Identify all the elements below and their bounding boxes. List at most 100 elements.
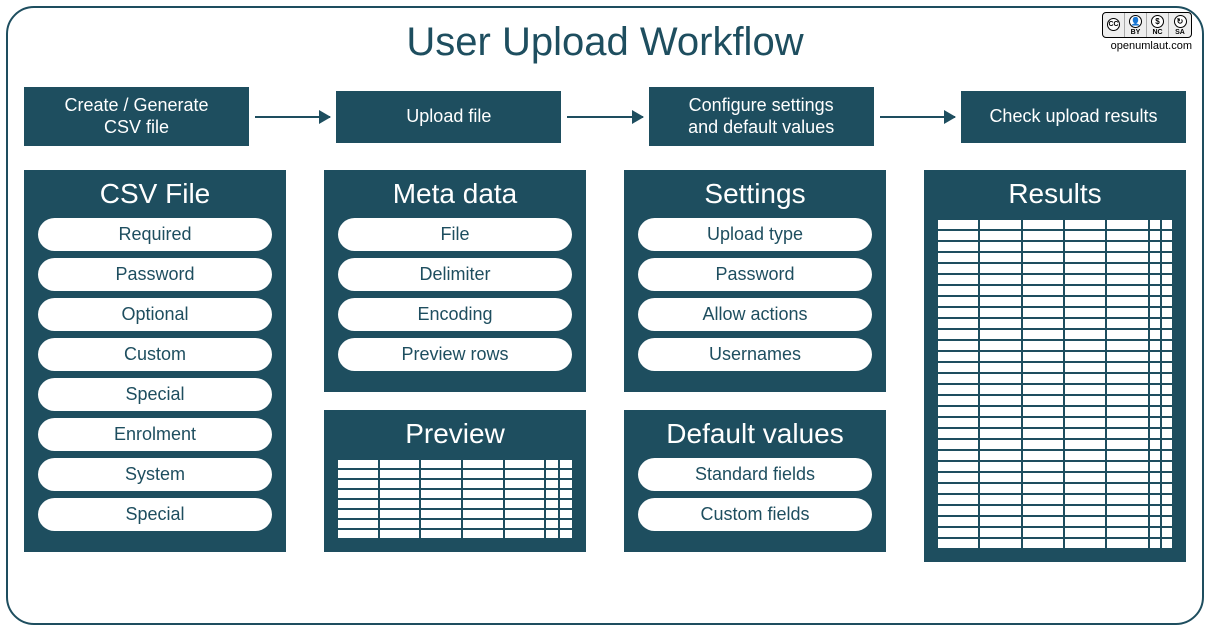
panel-title: Results [938, 178, 1172, 210]
grid-cell [1023, 231, 1063, 240]
grid-cell [463, 510, 503, 518]
grid-cell [938, 231, 978, 240]
grid-cell [1023, 440, 1063, 449]
grid-cell [1023, 429, 1063, 438]
grid-cell [1150, 220, 1160, 229]
grid-cell [338, 490, 378, 498]
step-3: Configure settingsand default values [649, 87, 874, 146]
grid-cell [1065, 451, 1105, 460]
grid-cell [938, 440, 978, 449]
column: Meta dataFileDelimiterEncodingPreview ro… [324, 170, 586, 562]
grid-cell [1162, 286, 1172, 295]
grid-cell [380, 530, 420, 538]
grid-cell [1150, 286, 1160, 295]
pill-item: Special [38, 498, 272, 531]
grid-cell [1023, 264, 1063, 273]
grid-cell [938, 418, 978, 427]
pill-item: Delimiter [338, 258, 572, 291]
pill-item: Encoding [338, 298, 572, 331]
grid-cell [1065, 506, 1105, 515]
panel-title: Settings [638, 178, 872, 210]
grid-cell [1023, 374, 1063, 383]
grid-cell [1107, 264, 1147, 273]
grid-cell [1150, 462, 1160, 471]
grid-cell [1162, 528, 1172, 537]
grid-cell [1023, 319, 1063, 328]
grid-cell [1107, 319, 1147, 328]
grid-cell [463, 460, 503, 468]
grid-cell [560, 500, 572, 508]
grid-cell [1023, 484, 1063, 493]
grid-cell [1107, 385, 1147, 394]
grid-cell [1107, 418, 1147, 427]
grid-cell [546, 500, 558, 508]
grid-cell [1107, 517, 1147, 526]
grid-cell [938, 286, 978, 295]
grid-cell [980, 517, 1020, 526]
grid-cell [546, 520, 558, 528]
nc-icon: $NC [1147, 13, 1169, 37]
grid-cell [1065, 330, 1105, 339]
grid-cell [338, 530, 378, 538]
step-1: Create / GenerateCSV file [24, 87, 249, 146]
grid-cell [980, 418, 1020, 427]
diagram-frame: CC 👤BY $NC ↻SA openumlaut.com User Uploa… [0, 0, 1210, 631]
grid-cell [1065, 253, 1105, 262]
grid-cell [546, 480, 558, 488]
grid-cell [1107, 462, 1147, 471]
grid-cell [1107, 330, 1147, 339]
grid-cell [505, 530, 545, 538]
grid-cell [1065, 286, 1105, 295]
panel: Meta dataFileDelimiterEncodingPreview ro… [324, 170, 586, 392]
pill-item: Enrolment [38, 418, 272, 451]
pill-item: Usernames [638, 338, 872, 371]
pill-item: Password [638, 258, 872, 291]
grid-cell [1023, 407, 1063, 416]
grid-cell [505, 470, 545, 478]
grid-cell [938, 451, 978, 460]
pill-item: Optional [38, 298, 272, 331]
grid-cell [1065, 297, 1105, 306]
panel: Default valuesStandard fieldsCustom fiel… [624, 410, 886, 552]
grid-cell [505, 500, 545, 508]
grid-cell [505, 490, 545, 498]
grid-cell [938, 517, 978, 526]
grid-cell [1065, 440, 1105, 449]
pill-item: File [338, 218, 572, 251]
grid-cell [1065, 429, 1105, 438]
grid-cell [1065, 418, 1105, 427]
grid-cell [980, 231, 1020, 240]
grid-cell [1162, 242, 1172, 251]
column: Results [924, 170, 1186, 562]
grid-cell [463, 490, 503, 498]
grid-cell [1023, 506, 1063, 515]
grid-cell [421, 520, 461, 528]
grid-cell [1150, 506, 1160, 515]
grid-cell [980, 264, 1020, 273]
panel-title: Meta data [338, 178, 572, 210]
pill-item: Custom [38, 338, 272, 371]
grid-cell [1162, 341, 1172, 350]
grid-cell [505, 520, 545, 528]
grid-cell [463, 470, 503, 478]
grid-cell [1162, 440, 1172, 449]
grid-cell [1023, 418, 1063, 427]
grid-cell [1107, 352, 1147, 361]
grid-cell [1162, 429, 1172, 438]
grid-cell [938, 539, 978, 548]
grid-cell [1065, 363, 1105, 372]
results-grid [938, 218, 1172, 548]
grid-cell [1150, 363, 1160, 372]
grid-cell [463, 520, 503, 528]
pill-item: Upload type [638, 218, 872, 251]
grid-cell [1065, 308, 1105, 317]
grid-cell [1107, 220, 1147, 229]
grid-cell [463, 500, 503, 508]
grid-cell [1150, 440, 1160, 449]
grid-cell [463, 530, 503, 538]
grid-cell [1162, 264, 1172, 273]
grid-cell [1150, 407, 1160, 416]
pill-item: Standard fields [638, 458, 872, 491]
grid-cell [1023, 242, 1063, 251]
grid-cell [938, 242, 978, 251]
